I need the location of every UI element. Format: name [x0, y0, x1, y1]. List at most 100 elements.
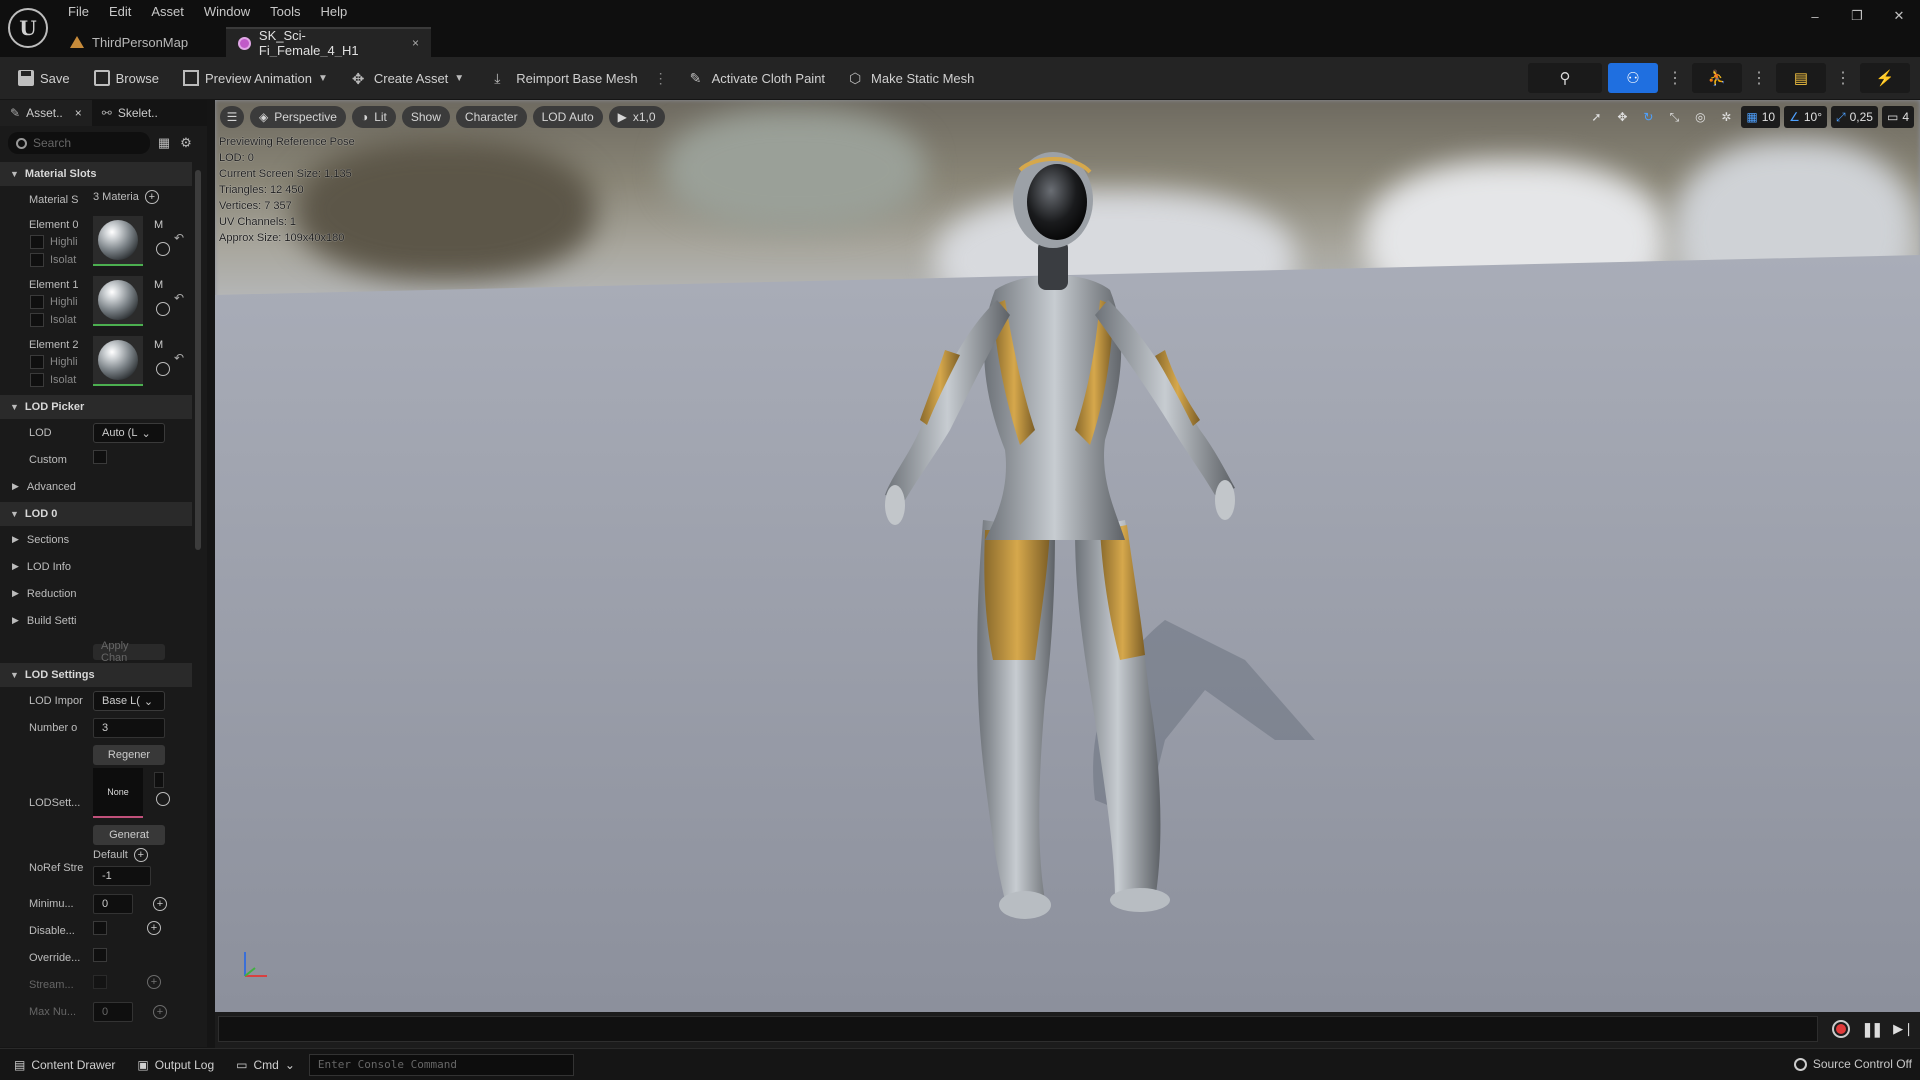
max-num-lods-input[interactable]: 0 — [93, 1002, 133, 1022]
minimize-button[interactable]: – — [1794, 0, 1836, 32]
scale-snap-toggle[interactable]: ⤢ 0,25 — [1831, 106, 1878, 128]
console-command-input[interactable]: Enter Console Command — [308, 1054, 574, 1076]
animation-mode-options-icon[interactable]: ⋮ — [1748, 68, 1770, 88]
browse-target-icon[interactable] — [156, 242, 170, 256]
tab-skeletal-mesh-asset[interactable]: SK_Sci-Fi_Female_4_H1 × — [226, 27, 431, 58]
rotate-icon[interactable]: ↻ — [1637, 106, 1659, 128]
gear-icon[interactable]: ⚙ — [178, 135, 194, 151]
menu-edit[interactable]: Edit — [99, 2, 141, 21]
character-button[interactable]: Character — [455, 106, 527, 128]
close-window-button[interactable]: ✕ — [1878, 0, 1920, 32]
stream-checkbox[interactable] — [93, 975, 107, 989]
browse-target-icon[interactable] — [156, 302, 170, 316]
lod-dropdown[interactable]: Auto (L ⌄ — [93, 423, 165, 443]
skeletal-mesh-mode-button[interactable]: ⚇ — [1608, 63, 1658, 93]
isolate-checkbox[interactable] — [30, 313, 44, 327]
lod-auto-button[interactable]: LOD Auto — [532, 106, 603, 128]
section-material-slots[interactable]: ▼ Material Slots — [0, 162, 192, 186]
add-platform-override-icon[interactable]: + — [153, 897, 167, 911]
source-control-status[interactable]: Source Control Off — [1793, 1057, 1912, 1071]
reset-arrow-icon[interactable]: ↶ — [174, 351, 184, 365]
section-lod-settings[interactable]: ▼ LOD Settings — [0, 663, 192, 687]
step-forward-button[interactable]: ▶❘ — [1893, 1021, 1914, 1037]
cmd-dropdown[interactable]: ▭ Cmd ⌄ — [228, 1055, 303, 1075]
isolate-checkbox[interactable] — [30, 373, 44, 387]
build-settings-row[interactable]: ▶ Build Setti — [0, 607, 192, 634]
regenerate-lods-button[interactable]: Regener — [93, 745, 165, 765]
output-log-button[interactable]: ▣ Output Log — [129, 1055, 222, 1075]
world-local-icon[interactable]: ◎ — [1689, 106, 1711, 128]
add-material-icon[interactable]: + — [144, 190, 159, 204]
rotation-snap-toggle[interactable]: ∠ 10° — [1784, 106, 1827, 128]
add-platform-override-icon[interactable]: + — [147, 975, 161, 989]
menu-help[interactable]: Help — [310, 2, 357, 21]
make-static-mesh-button[interactable]: ⬡ Make Static Mesh — [839, 66, 984, 90]
section-lod-picker[interactable]: ▼ LOD Picker — [0, 395, 192, 419]
browse-target-icon[interactable] — [156, 792, 170, 806]
section-lod-0[interactable]: ▼ LOD 0 — [0, 502, 192, 526]
camera-speed-button[interactable]: ▭ 4 — [1881, 106, 1914, 128]
blueprint-mode-button[interactable]: ▤ — [1776, 63, 1826, 93]
sections-row[interactable]: ▶ Sections — [0, 526, 192, 553]
tab-third-person-map[interactable]: ThirdPersonMap — [58, 27, 226, 57]
select-cursor-icon[interactable]: ➚ — [1585, 106, 1607, 128]
lod-import-dropdown[interactable]: Base L(⌄ — [93, 691, 165, 711]
restore-button[interactable]: ❐ — [1836, 0, 1878, 32]
reset-arrow-icon[interactable]: ↶ — [174, 291, 184, 305]
menu-tools[interactable]: Tools — [260, 2, 310, 21]
blueprint-mode-options-icon[interactable]: ⋮ — [1832, 68, 1854, 88]
highlight-checkbox[interactable] — [30, 295, 44, 309]
add-platform-override-icon[interactable]: + — [153, 1005, 167, 1019]
browse-button[interactable]: Browse — [84, 66, 169, 90]
number-of-lods-input[interactable]: 3 — [93, 718, 165, 738]
content-drawer-button[interactable]: ▤ Content Drawer — [6, 1055, 123, 1075]
add-platform-override-icon[interactable]: + — [133, 848, 148, 862]
material-thumbnail[interactable] — [93, 216, 143, 266]
save-button[interactable]: Save — [8, 66, 80, 90]
advanced-row[interactable]: ▶ Advanced — [0, 473, 192, 500]
preview-viewport[interactable]: ☰ ◈ Perspective ◑ Lit Show Character LOD… — [215, 100, 1920, 1012]
show-button[interactable]: Show — [401, 106, 450, 128]
tab-asset-details[interactable]: ✎ Asset.. × — [0, 100, 92, 126]
menu-window[interactable]: Window — [194, 2, 260, 21]
scale-icon[interactable]: ⤡ — [1663, 106, 1685, 128]
material-name[interactable]: M — [154, 339, 163, 351]
custom-checkbox[interactable] — [93, 450, 107, 464]
material-name[interactable]: M — [154, 219, 163, 231]
close-tab-icon[interactable]: × — [75, 106, 82, 120]
generate-button[interactable]: Generat — [93, 825, 165, 845]
unreal-logo-icon[interactable]: U — [8, 8, 48, 48]
add-platform-override-icon[interactable]: + — [147, 921, 161, 935]
search-input[interactable]: Search — [8, 132, 150, 154]
perspective-button[interactable]: ◈ Perspective — [250, 106, 346, 128]
lod-settings-thumbnail[interactable]: None — [93, 768, 143, 818]
reimport-options-icon[interactable]: ⋮ — [654, 70, 668, 87]
minimum-lod-input[interactable]: 0 — [93, 894, 133, 914]
menu-asset[interactable]: Asset — [141, 2, 194, 21]
asset-picker-icon[interactable] — [154, 772, 164, 788]
highlight-checkbox[interactable] — [30, 235, 44, 249]
close-tab-icon[interactable]: × — [412, 36, 419, 50]
create-asset-button[interactable]: ✥ Create Asset ▼ — [342, 66, 474, 90]
playback-speed-button[interactable]: ▶ x1,0 — [608, 106, 665, 128]
viewport-options-button[interactable]: ☰ — [220, 106, 244, 128]
noref-value-input[interactable]: -1 — [93, 866, 151, 886]
lod-info-row[interactable]: ▶ LOD Info — [0, 553, 192, 580]
material-thumbnail[interactable] — [93, 336, 143, 386]
skeleton-mode-button[interactable]: ⚲ — [1528, 63, 1602, 93]
table-view-icon[interactable]: ▦ — [156, 135, 172, 151]
physics-mode-button[interactable]: ⚡ — [1860, 63, 1910, 93]
isolate-checkbox[interactable] — [30, 253, 44, 267]
panel-scrollbar[interactable] — [195, 170, 201, 550]
lit-button[interactable]: ◑ Lit — [351, 106, 396, 128]
record-button[interactable] — [1831, 1020, 1850, 1038]
menu-file[interactable]: File — [58, 2, 99, 21]
material-thumbnail[interactable] — [93, 276, 143, 326]
highlight-checkbox[interactable] — [30, 355, 44, 369]
reduction-row[interactable]: ▶ Reduction — [0, 580, 192, 607]
animation-mode-button[interactable]: ⛹ — [1692, 63, 1742, 93]
activate-cloth-paint-button[interactable]: ✎ Activate Cloth Paint — [680, 66, 835, 90]
timeline-track[interactable] — [218, 1016, 1818, 1042]
apply-changes-button[interactable]: Apply Chan — [93, 640, 165, 664]
reimport-base-mesh-button[interactable]: ⤓ Reimport Base Mesh — [484, 66, 647, 90]
